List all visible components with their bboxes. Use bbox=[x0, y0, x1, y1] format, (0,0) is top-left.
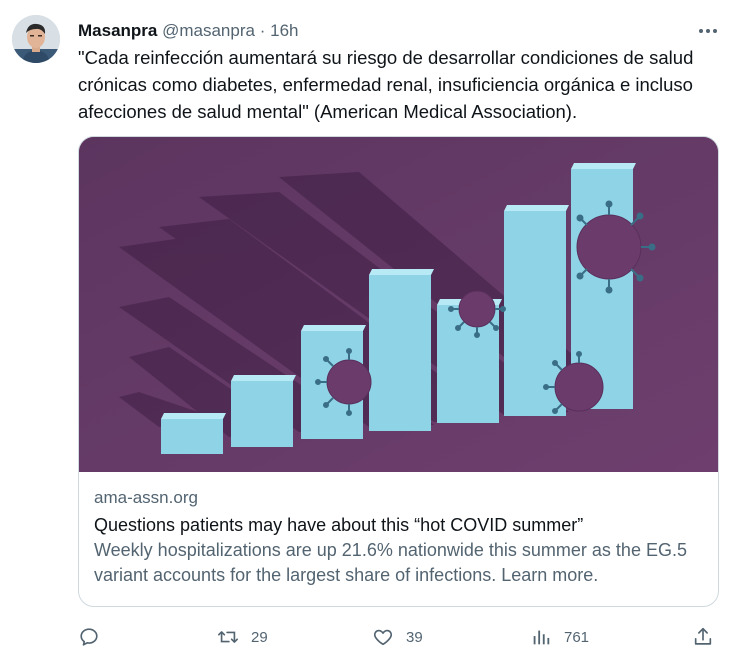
retweet-icon bbox=[218, 631, 238, 643]
card-description: Weekly hospitalizations are up 21.6% nat… bbox=[94, 540, 687, 585]
link-card[interactable]: ama-assn.org Questions patients may have… bbox=[78, 136, 719, 607]
like-button[interactable]: 39 bbox=[372, 620, 423, 654]
avatar[interactable] bbox=[12, 15, 60, 63]
retweet-button[interactable]: 29 bbox=[217, 620, 268, 654]
more-options-button[interactable] bbox=[694, 19, 722, 43]
reply-button[interactable] bbox=[78, 620, 112, 654]
avatar-image bbox=[12, 15, 60, 63]
author-name[interactable]: Masanpra bbox=[78, 21, 157, 40]
card-info[interactable]: ama-assn.org Questions patients may have… bbox=[79, 472, 718, 606]
share-icon bbox=[694, 627, 712, 645]
tweet[interactable]: Masanpra @masanpra · 16h "Cada reinfecci… bbox=[0, 0, 738, 662]
tweet-actions: 29 39 761 bbox=[78, 620, 724, 654]
card-illustration bbox=[79, 137, 718, 472]
card-title: Questions patients may have about this “… bbox=[94, 515, 584, 535]
heart-icon bbox=[373, 629, 393, 646]
views-button[interactable]: 761 bbox=[530, 620, 589, 654]
card-image[interactable] bbox=[79, 137, 718, 472]
share-button[interactable] bbox=[692, 620, 714, 654]
views-bar-icon bbox=[533, 630, 550, 645]
more-dots-icon bbox=[699, 29, 717, 33]
tweet-time[interactable]: 16h bbox=[270, 21, 298, 40]
author-handle[interactable]: @masanpra bbox=[162, 21, 255, 40]
separator-dot: · bbox=[259, 21, 266, 40]
tweet-header: Masanpra @masanpra · 16h bbox=[78, 19, 722, 43]
card-domain: ama-assn.org bbox=[94, 488, 198, 507]
views-count: 761 bbox=[564, 628, 590, 646]
tweet-text: "Cada reinfección aumentará su riesgo de… bbox=[78, 47, 694, 122]
reply-icon bbox=[80, 628, 98, 646]
retweet-count: 29 bbox=[251, 628, 268, 646]
like-count: 39 bbox=[406, 628, 423, 646]
